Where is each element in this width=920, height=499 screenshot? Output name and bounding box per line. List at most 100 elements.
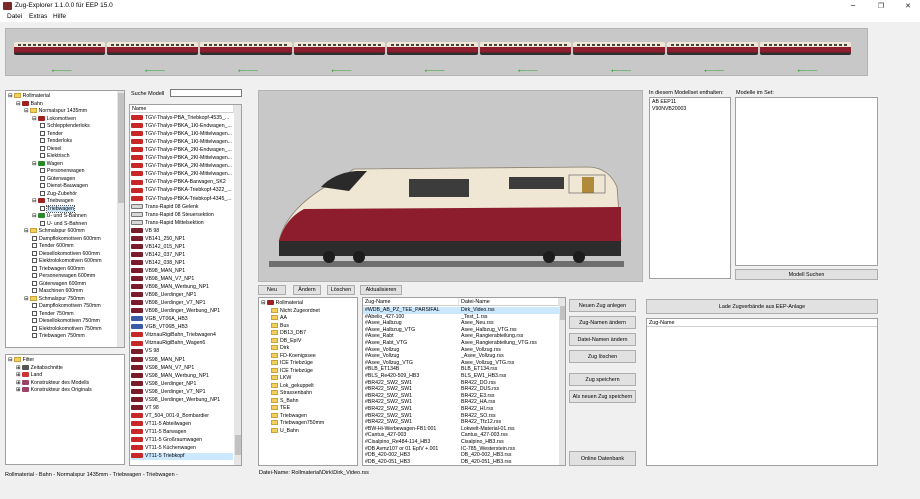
expander-icon[interactable]: ⊞ bbox=[16, 387, 21, 393]
modelset-item[interactable]: AB EEP11 bbox=[652, 99, 676, 106]
tree-node[interactable]: Elektrolokomotiven 750mm bbox=[32, 326, 124, 333]
table-row[interactable]: #DB_420-051_HB3 DB_420-051_HB3.rss bbox=[363, 459, 559, 465]
tree-node[interactable]: Strassenbahn bbox=[271, 390, 357, 397]
tree-node[interactable]: ⊟ Schmalspur 600mm bbox=[24, 228, 124, 235]
expander-icon[interactable]: ⊟ bbox=[24, 296, 29, 302]
tree-node[interactable]: Triebwagen 750mm bbox=[32, 333, 124, 340]
menu-hilfe[interactable]: Hilfe bbox=[53, 13, 66, 20]
tree-node[interactable]: DB13_DB7 bbox=[271, 330, 357, 337]
expander-icon[interactable]: ⊞ bbox=[16, 380, 21, 386]
tree-node[interactable]: ⊟ Rollmaterial bbox=[261, 300, 357, 307]
tree-node[interactable]: FD-Koenigssee bbox=[271, 353, 357, 360]
tree-node[interactable]: Nicht Zugeordnet bbox=[271, 308, 357, 315]
menu-datei[interactable]: Datei bbox=[7, 13, 22, 20]
tree-node[interactable]: ⊟ Lokomotiven bbox=[32, 116, 124, 123]
list-item[interactable]: VB142_037_NP1 bbox=[131, 252, 233, 259]
search-model-button[interactable]: Modell Suchen bbox=[735, 269, 878, 280]
tree-node[interactable]: ⊞ Konstrukteur des Originals bbox=[16, 387, 124, 394]
list-item[interactable]: VS98_Uerdinger_NP1 bbox=[131, 381, 233, 388]
tree-node[interactable]: Diesellokomotiven 600mm bbox=[32, 251, 124, 258]
tree-node[interactable]: Dampflokomotiven 600mm bbox=[32, 236, 124, 243]
new-button[interactable]: Neu bbox=[258, 285, 286, 295]
restore-button[interactable]: ❐ bbox=[871, 1, 891, 11]
model-search-input[interactable] bbox=[170, 89, 242, 97]
expander-icon[interactable]: ⊟ bbox=[32, 213, 37, 219]
list-item[interactable]: VT11-5 Küchenwagen bbox=[131, 445, 233, 452]
model-list[interactable]: Name TGV-Thalys-PBA_Triebkopf-4535_... TG… bbox=[129, 104, 242, 466]
table-row[interactable]: #BLB_ET134B BLB_ET134.rss bbox=[363, 366, 559, 373]
create-train-button[interactable]: Neuen Zug anlegen bbox=[569, 299, 636, 312]
tree-node[interactable]: ⊟ Normalspur 1435mm bbox=[24, 108, 124, 115]
table-row[interactable]: #BR422_SW2_SW1 BR422_HA.rss bbox=[363, 399, 559, 406]
train-car[interactable] bbox=[293, 42, 385, 55]
train-car[interactable] bbox=[14, 42, 106, 55]
expander-icon[interactable]: ⊟ bbox=[32, 161, 37, 167]
table-row[interactable]: #BW-Hi-Werbewagen-FB1:001 Lokwelt-Materia… bbox=[363, 426, 559, 433]
list-item[interactable]: VT_504_001-9_Bombardier bbox=[131, 413, 233, 420]
tree-node[interactable]: Dirk bbox=[271, 345, 357, 352]
move-arrow-icon[interactable]: ⟵── bbox=[238, 67, 258, 75]
table-row[interactable]: #BR422_SW2_SW1 BR422_HI.rss bbox=[363, 406, 559, 413]
tree-node[interactable]: Bus bbox=[271, 323, 357, 330]
close-button[interactable]: ✕ bbox=[898, 1, 918, 11]
tree-node[interactable]: Dienst-Bauwagen bbox=[40, 183, 124, 190]
list-item[interactable]: VB98_MAN_Werbung_NP1 bbox=[131, 284, 233, 291]
list-item[interactable]: TGV-Thalys-PBKA_2Kl-Endwagen_... bbox=[131, 147, 233, 154]
list-item[interactable]: TGV-Thalys-PBKA-Triebkopf-4345_... bbox=[131, 196, 233, 203]
tree-node[interactable]: Triebwagen 600mm bbox=[32, 266, 124, 273]
tree-node[interactable]: ICE Triebzüge bbox=[271, 368, 357, 375]
refresh-button[interactable]: Aktualisieren bbox=[360, 285, 402, 295]
list-item[interactable]: VB 98 bbox=[131, 228, 233, 235]
tree-node[interactable]: DB_EpIV bbox=[271, 338, 357, 345]
tree-node[interactable]: U_Bahn bbox=[271, 428, 357, 435]
list-item[interactable]: TGV-Thalys-PBKA-Barwagen_SK2 bbox=[131, 179, 233, 186]
table-row[interactable]: #BR422_SW2_SW1 BR422_DUS.rss bbox=[363, 386, 559, 393]
tree-node[interactable]: S_Bahn bbox=[271, 398, 357, 405]
rename-file-button[interactable]: Datei-Namen ändern bbox=[569, 333, 636, 346]
tree-node[interactable]: Diesellokomotiven 750mm bbox=[32, 318, 124, 325]
model-list-scrollbar-thumb[interactable] bbox=[235, 435, 241, 455]
list-item[interactable]: VB98_MAN_NP1 bbox=[131, 268, 233, 275]
table-row[interactable]: #BLS_Re420-509_HB3 BLS_EW1_HB3.rss bbox=[363, 373, 559, 380]
tree-node[interactable]: LKW bbox=[271, 375, 357, 382]
list-item[interactable]: VS 98 bbox=[131, 348, 233, 355]
list-item[interactable]: VS98_Uerdinger_Werbung_NP1 bbox=[131, 397, 233, 404]
tree-node[interactable]: ⊟ Schmalspur 750mm bbox=[24, 296, 124, 303]
move-arrow-icon[interactable]: ⟵── bbox=[52, 67, 72, 75]
list-item[interactable]: VS98_MAN_Werbung_NP1 bbox=[131, 373, 233, 380]
list-item[interactable]: TGV-Thalys-PBKA_2Kl-Mittelwagen... bbox=[131, 163, 233, 170]
table-row[interactable]: #DB Avmz107 or 01 EpIV +.001 IC-785_Weste… bbox=[363, 446, 559, 453]
move-arrow-icon[interactable]: ⟵── bbox=[425, 67, 445, 75]
tree-node[interactable]: Personenwagen bbox=[40, 168, 124, 175]
eep-column-header[interactable]: Zug-Name bbox=[647, 319, 877, 327]
train-car[interactable] bbox=[666, 42, 758, 55]
tree-node[interactable]: ⊞ Zeitabschnitte bbox=[16, 365, 124, 372]
expander-icon[interactable]: ⊟ bbox=[24, 108, 29, 114]
tree-node[interactable]: U- und S-Bahnen bbox=[40, 221, 124, 228]
save-train-button[interactable]: Zug speichern bbox=[569, 373, 636, 386]
move-arrow-icon[interactable]: ⟵── bbox=[704, 67, 724, 75]
list-item[interactable]: VT 98 bbox=[131, 405, 233, 412]
folder-tree[interactable]: ⊟ Rollmaterial Nicht Zugeordnet AA Bus DB13_D… bbox=[258, 297, 358, 466]
table-row[interactable]: #Asee_Vollzug_VTG Asee_Vollzug_VTG.rss bbox=[363, 360, 559, 367]
load-from-eep-button[interactable]: Lade Zugverbände aus EEP-Anlage bbox=[646, 299, 878, 314]
list-item[interactable]: TGV-Thalys-PBKA_1Kl-Mittelwagen... bbox=[131, 139, 233, 146]
table-row[interactable]: #Asee_Vollzug Asee_Vollzug.rss bbox=[363, 347, 559, 354]
list-item[interactable]: Trans-Rapid 08 Steuersektion bbox=[131, 212, 233, 219]
train-car[interactable] bbox=[200, 42, 292, 55]
list-item[interactable]: VB98_MAN_V7_NP1 bbox=[131, 276, 233, 283]
category-tree-scrollbar-thumb[interactable] bbox=[118, 93, 124, 203]
list-item[interactable]: TGV-Thalys-PBKA_2Kl-Mittelwagen... bbox=[131, 171, 233, 178]
table-row[interactable]: #Abelio_427-100 _Test_1.rss bbox=[363, 314, 559, 321]
move-arrow-icon[interactable]: ⟵── bbox=[797, 67, 817, 75]
list-item[interactable]: VB141_250_NP1 bbox=[131, 236, 233, 243]
tree-node[interactable]: ⊟ Bahn bbox=[16, 101, 124, 108]
expander-icon[interactable]: ⊟ bbox=[16, 101, 21, 107]
tree-node[interactable]: Triebwagen bbox=[40, 204, 124, 213]
table-row[interactable]: #BR422_SW2_SW1 BR422_SO.rss bbox=[363, 413, 559, 420]
train-car[interactable] bbox=[386, 42, 479, 55]
list-item[interactable]: TGV-Thalys-PBKA-Triebkopf-4322_... bbox=[131, 187, 233, 194]
table-row[interactable]: #WDB_AB_PZ_TEE_PARSIFAL Dirk_Video.rss bbox=[363, 307, 559, 314]
list-item[interactable]: TGV-Thalys-PBA_Triebkopf-4535_... bbox=[131, 115, 233, 122]
tree-node[interactable]: Maschinen 600mm bbox=[32, 288, 124, 295]
